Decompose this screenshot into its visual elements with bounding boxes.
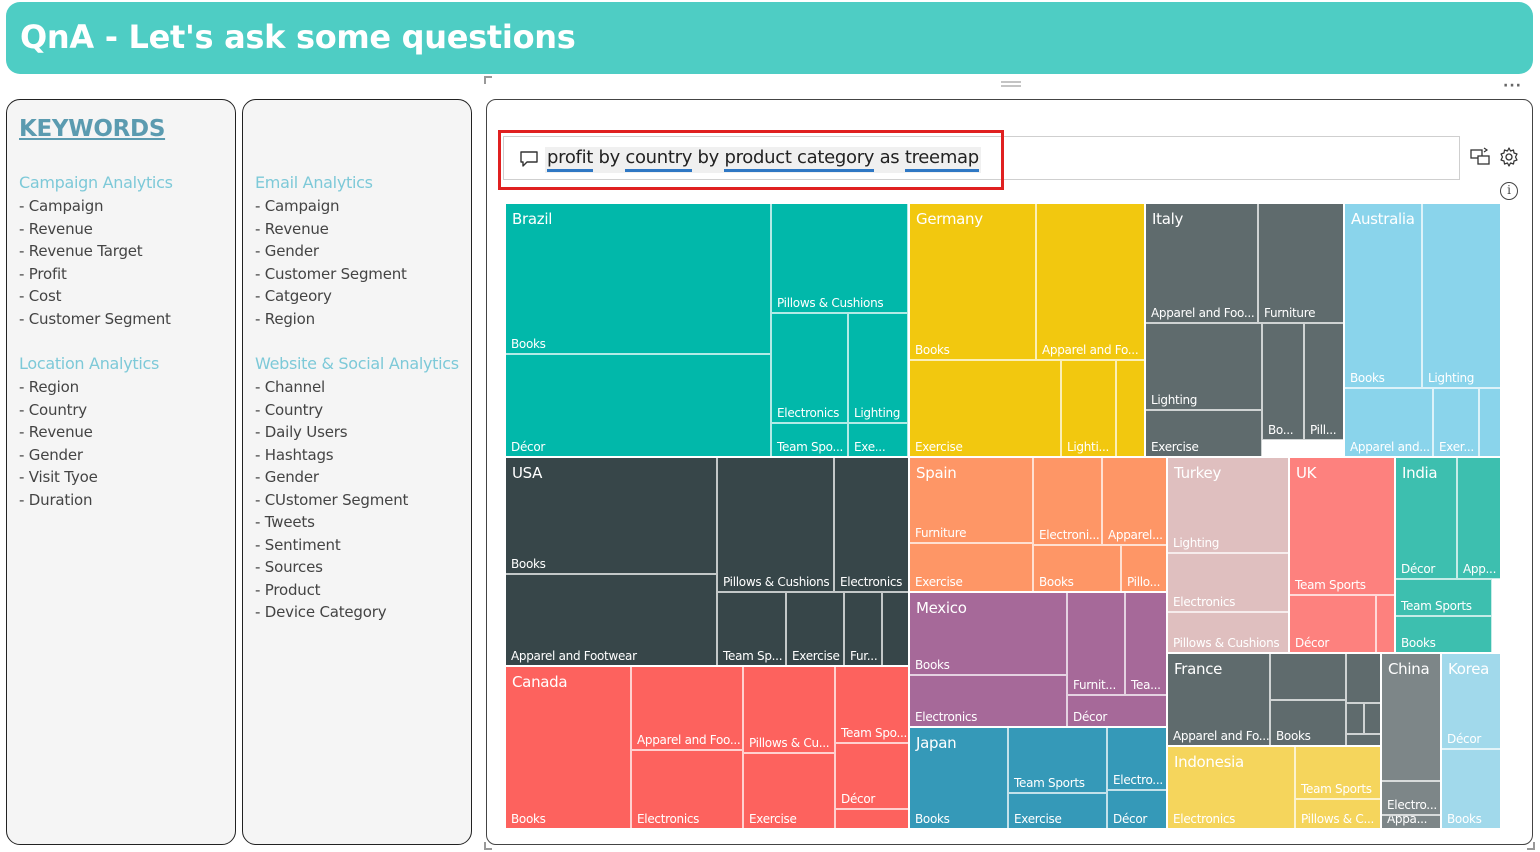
keywords-title: KEYWORDS [19, 116, 166, 142]
drag-handle-icon[interactable] [1001, 80, 1021, 90]
resize-handle[interactable] [1527, 842, 1535, 850]
list-item: - Catgeory [255, 287, 332, 305]
treemap-group[interactable]: Japan [909, 727, 1167, 829]
list-item: - CUstomer Segment [255, 490, 409, 509]
treemap-group[interactable]: Indonesia [1167, 746, 1381, 829]
more-options-icon[interactable]: ··· [1503, 78, 1522, 94]
list-item: - Channel [255, 378, 325, 396]
treemap-group[interactable]: Australia [1344, 203, 1501, 457]
list-item: - Country [19, 400, 87, 419]
list-item: - Tweets [255, 513, 315, 531]
treemap-country-label: India [1402, 464, 1438, 482]
gear-icon[interactable] [1498, 146, 1520, 168]
treemap-group[interactable]: Germany [909, 203, 1145, 457]
treemap-group[interactable]: Korea [1441, 653, 1501, 829]
treemap-group[interactable]: Italy [1145, 203, 1344, 457]
list-item: - Visit Tyoe [19, 468, 98, 486]
list-item: - Daily Users [255, 423, 348, 441]
website-social-analytics-section: Website & Social Analytics - Channel - C… [255, 353, 459, 624]
resize-handle[interactable] [484, 76, 492, 84]
treemap-country-label: Turkey [1174, 464, 1222, 482]
treemap-group[interactable]: USA [505, 457, 909, 666]
keywords-panel-right: Email Analytics - Campaign - Revenue - G… [242, 99, 472, 845]
treemap-country-label: China [1388, 660, 1430, 678]
treemap-country-label: UK [1296, 464, 1317, 482]
list-item: - Revenue [255, 219, 329, 238]
treemap-country-label: Indonesia [1174, 753, 1244, 771]
treemap-country-label: Canada [512, 673, 568, 691]
list-item: - Profit [19, 264, 67, 283]
list-item: - Revenue [19, 219, 93, 238]
list-item: - Duration [19, 490, 93, 509]
page-header: QnA - Let's ask some questions [6, 2, 1533, 74]
treemap-country-label: Australia [1351, 210, 1415, 228]
list-item: - Device Category [255, 603, 387, 621]
list-item: - Hashtags [255, 445, 334, 464]
email-analytics-section: Email Analytics - Campaign - Revenue - G… [255, 172, 407, 330]
treemap-country-label: Korea [1448, 660, 1490, 678]
treemap-group[interactable]: Spain [909, 457, 1167, 592]
treemap-group[interactable]: China [1381, 653, 1441, 829]
treemap-group[interactable]: India [1395, 457, 1501, 653]
list-item: - Country [255, 400, 323, 419]
treemap-country-label: Spain [916, 464, 957, 482]
list-item: - Sentiment [255, 535, 341, 554]
list-item: - Sources [255, 558, 323, 576]
page-title: QnA - Let's ask some questions [20, 18, 576, 56]
list-item: - Campaign [19, 197, 104, 215]
list-item: - Gender [255, 242, 319, 260]
convert-to-visual-icon[interactable] [1469, 146, 1491, 168]
section-title: Campaign Analytics [19, 173, 173, 192]
section-title: Email Analytics [255, 173, 373, 192]
treemap-country-label: Japan [916, 734, 957, 752]
treemap-country-label: Mexico [916, 599, 967, 617]
list-item: - Product [255, 580, 321, 599]
query-highlight-box [498, 130, 1004, 190]
treemap-group[interactable]: Brazil [505, 203, 909, 457]
list-item: - Region [255, 309, 315, 328]
section-title: Website & Social Analytics [255, 354, 459, 373]
list-item: - Revenue Target [19, 242, 143, 260]
list-item: - Gender [255, 468, 319, 486]
treemap-country-label: Brazil [512, 210, 553, 228]
resize-handle[interactable] [484, 842, 492, 850]
info-icon[interactable]: i [1500, 182, 1518, 200]
keywords-panel-left: KEYWORDS Campaign Analytics - Campaign -… [6, 99, 236, 845]
treemap-group[interactable]: France [1167, 653, 1381, 746]
treemap-country-label: Italy [1152, 210, 1184, 228]
list-item: - Campaign [255, 197, 340, 215]
treemap-country-label: USA [512, 464, 543, 482]
treemap-chart: Books Pillows & Cushions Décor Electronics L… [504, 202, 1501, 829]
treemap-country-label: France [1174, 660, 1223, 678]
treemap-group[interactable]: Turkey [1167, 457, 1289, 653]
list-item: - Revenue [19, 423, 93, 441]
list-item: - Region [19, 378, 79, 396]
campaign-analytics-section: Campaign Analytics - Campaign - Revenue … [19, 172, 173, 330]
list-item: - Customer Segment [19, 309, 171, 328]
list-item: - Cost [19, 287, 62, 305]
treemap-group[interactable]: UK [1289, 457, 1395, 653]
list-item: - Customer Segment [255, 264, 407, 283]
list-item: - Gender [19, 445, 83, 464]
treemap-country-label: Germany [916, 210, 983, 228]
treemap-group[interactable]: Mexico [909, 592, 1167, 727]
treemap-group[interactable]: Canada [505, 666, 909, 829]
location-analytics-section: Location Analytics - Region - Country - … [19, 353, 159, 511]
section-title: Location Analytics [19, 354, 160, 373]
